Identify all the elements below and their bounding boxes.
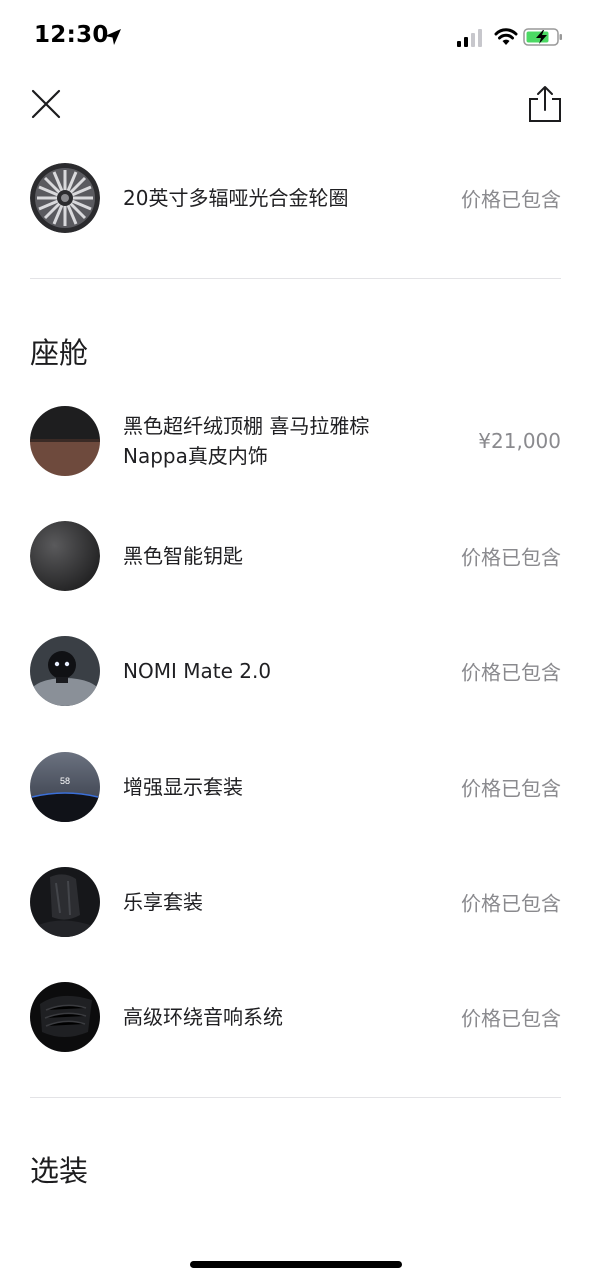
wifi-icon [494, 28, 518, 45]
signal-icon [457, 29, 482, 47]
status-time: 12:30 [34, 22, 109, 48]
wheel-price: 价格已包含 [461, 187, 561, 212]
cabin-item-label: 增强显示套装 [123, 775, 243, 799]
cabin-item-price: ¥21,000 [478, 429, 561, 453]
section-title-cabin: 座舱 [30, 336, 89, 370]
share-icon[interactable] [527, 84, 563, 124]
smart-key-thumbnail [30, 521, 100, 591]
battery-charging-icon [523, 28, 562, 46]
wheel-row[interactable]: 20英寸多辐哑光合金轮圈 价格已包含 [30, 163, 561, 233]
home-indicator[interactable] [190, 1261, 402, 1268]
audio-thumbnail [30, 982, 100, 1052]
cabin-item-label: NOMI Mate 2.0 [123, 659, 272, 683]
cabin-item-price: 价格已包含 [461, 1006, 561, 1031]
cabin-item-label: 黑色智能钥匙 [123, 544, 243, 568]
cabin-item-interior[interactable]: 黑色超纤绒顶棚 喜马拉雅棕Nappa真皮内饰 ¥21,000 [30, 406, 561, 476]
nomi-thumbnail [30, 636, 100, 706]
wheel-thumbnail [30, 163, 100, 233]
divider [30, 1097, 561, 1098]
cabin-item-label: 高级环绕音响系统 [123, 1005, 283, 1029]
cabin-item-hud[interactable]: 58 增强显示套装 价格已包含 [30, 752, 561, 822]
cabin-item-audio[interactable]: 高级环绕音响系统 价格已包含 [30, 982, 561, 1052]
hud-speed-text: 58 [60, 776, 70, 786]
cabin-item-price: 价格已包含 [461, 891, 561, 916]
interior-thumbnail [30, 406, 100, 476]
status-bar: 12:30 [0, 0, 591, 76]
wheel-label: 20英寸多辐哑光合金轮圈 [123, 186, 349, 210]
cabin-item-label: 黑色超纤绒顶棚 喜马拉雅棕Nappa真皮内饰 [123, 414, 370, 468]
cabin-item-label: 乐享套装 [123, 890, 203, 914]
cabin-item-price: 价格已包含 [461, 660, 561, 685]
cabin-item-nomi[interactable]: NOMI Mate 2.0 价格已包含 [30, 636, 561, 706]
cabin-item-price: 价格已包含 [461, 545, 561, 570]
cabin-item-price: 价格已包含 [461, 776, 561, 801]
cabin-item-comfort[interactable]: 乐享套装 价格已包含 [30, 867, 561, 937]
section-title-options: 选装 [30, 1154, 89, 1188]
location-arrow-icon [105, 29, 121, 45]
divider [30, 278, 561, 279]
close-icon[interactable] [30, 88, 62, 120]
cabin-item-smart-key[interactable]: 黑色智能钥匙 价格已包含 [30, 521, 561, 591]
comfort-thumbnail [30, 867, 100, 937]
hud-thumbnail: 58 [30, 752, 100, 822]
